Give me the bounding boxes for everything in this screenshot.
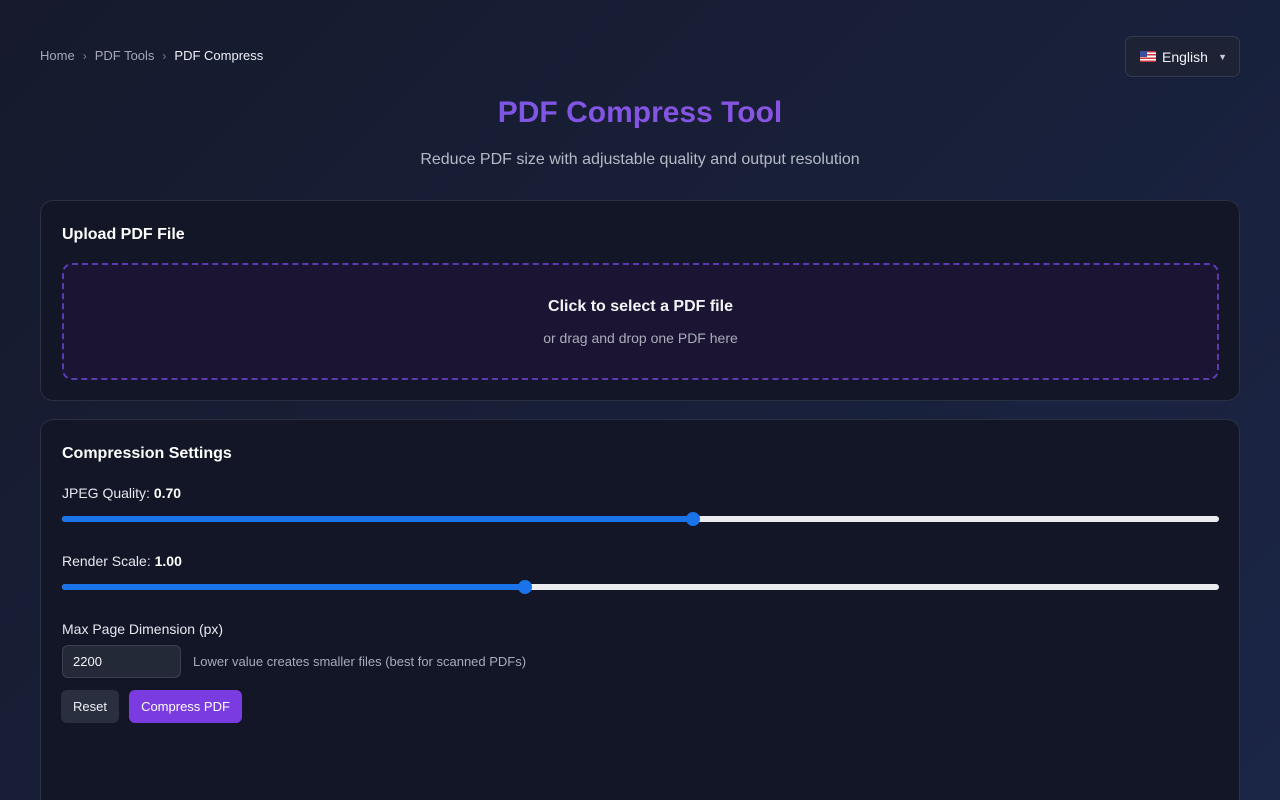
upload-card: Upload PDF File Click to select a PDF fi…	[40, 200, 1240, 401]
render-scale-label-text: Render Scale:	[62, 553, 151, 569]
render-scale-label: Render Scale: 1.00	[62, 553, 182, 569]
breadcrumb-separator: ›	[162, 48, 167, 63]
jpeg-quality-label: JPEG Quality: 0.70	[62, 485, 181, 501]
language-label: English	[1162, 48, 1208, 65]
max-dimension-label: Max Page Dimension (px)	[62, 621, 224, 637]
breadcrumb-pdf-tools[interactable]: PDF Tools	[95, 48, 155, 63]
settings-card: Compression Settings JPEG Quality: 0.70 …	[40, 419, 1240, 800]
compress-pdf-button[interactable]: Compress PDF	[129, 690, 242, 723]
chevron-down-icon: ▼	[1218, 51, 1227, 62]
language-select[interactable]: English ▼	[1125, 36, 1240, 77]
reset-button[interactable]: Reset	[61, 690, 119, 723]
jpeg-quality-value: 0.70	[153, 485, 182, 501]
slider-thumb[interactable]	[685, 512, 700, 526]
render-scale-value: 1.00	[154, 553, 182, 569]
breadcrumb-separator: ›	[82, 48, 87, 63]
breadcrumb: Home › PDF Tools › PDF Compress	[40, 48, 263, 63]
dropzone-subtitle: or drag and drop one PDF here	[543, 330, 738, 346]
max-dimension-input[interactable]: 2200	[62, 645, 181, 678]
settings-card-title: Compression Settings	[62, 445, 232, 462]
render-scale-slider[interactable]	[62, 580, 1219, 594]
slider-fill	[62, 516, 693, 522]
page-subtitle: Reduce PDF size with adjustable quality …	[420, 151, 860, 168]
slider-fill	[62, 584, 525, 590]
breadcrumb-current: PDF Compress	[174, 48, 264, 63]
max-dimension-hint: Lower value creates smaller files (best …	[193, 654, 527, 669]
upload-card-title: Upload PDF File	[62, 226, 185, 243]
dropzone-title: Click to select a PDF file	[548, 298, 733, 315]
breadcrumb-home[interactable]: Home	[40, 48, 75, 63]
jpeg-quality-slider[interactable]	[62, 512, 1219, 526]
page-title: PDF Compress Tool	[0, 96, 1280, 130]
jpeg-quality-label-text: JPEG Quality:	[62, 485, 150, 501]
slider-thumb[interactable]	[517, 580, 532, 594]
pdf-dropzone[interactable]: Click to select a PDF file or drag and d…	[62, 263, 1219, 380]
us-flag-icon	[1140, 51, 1156, 62]
